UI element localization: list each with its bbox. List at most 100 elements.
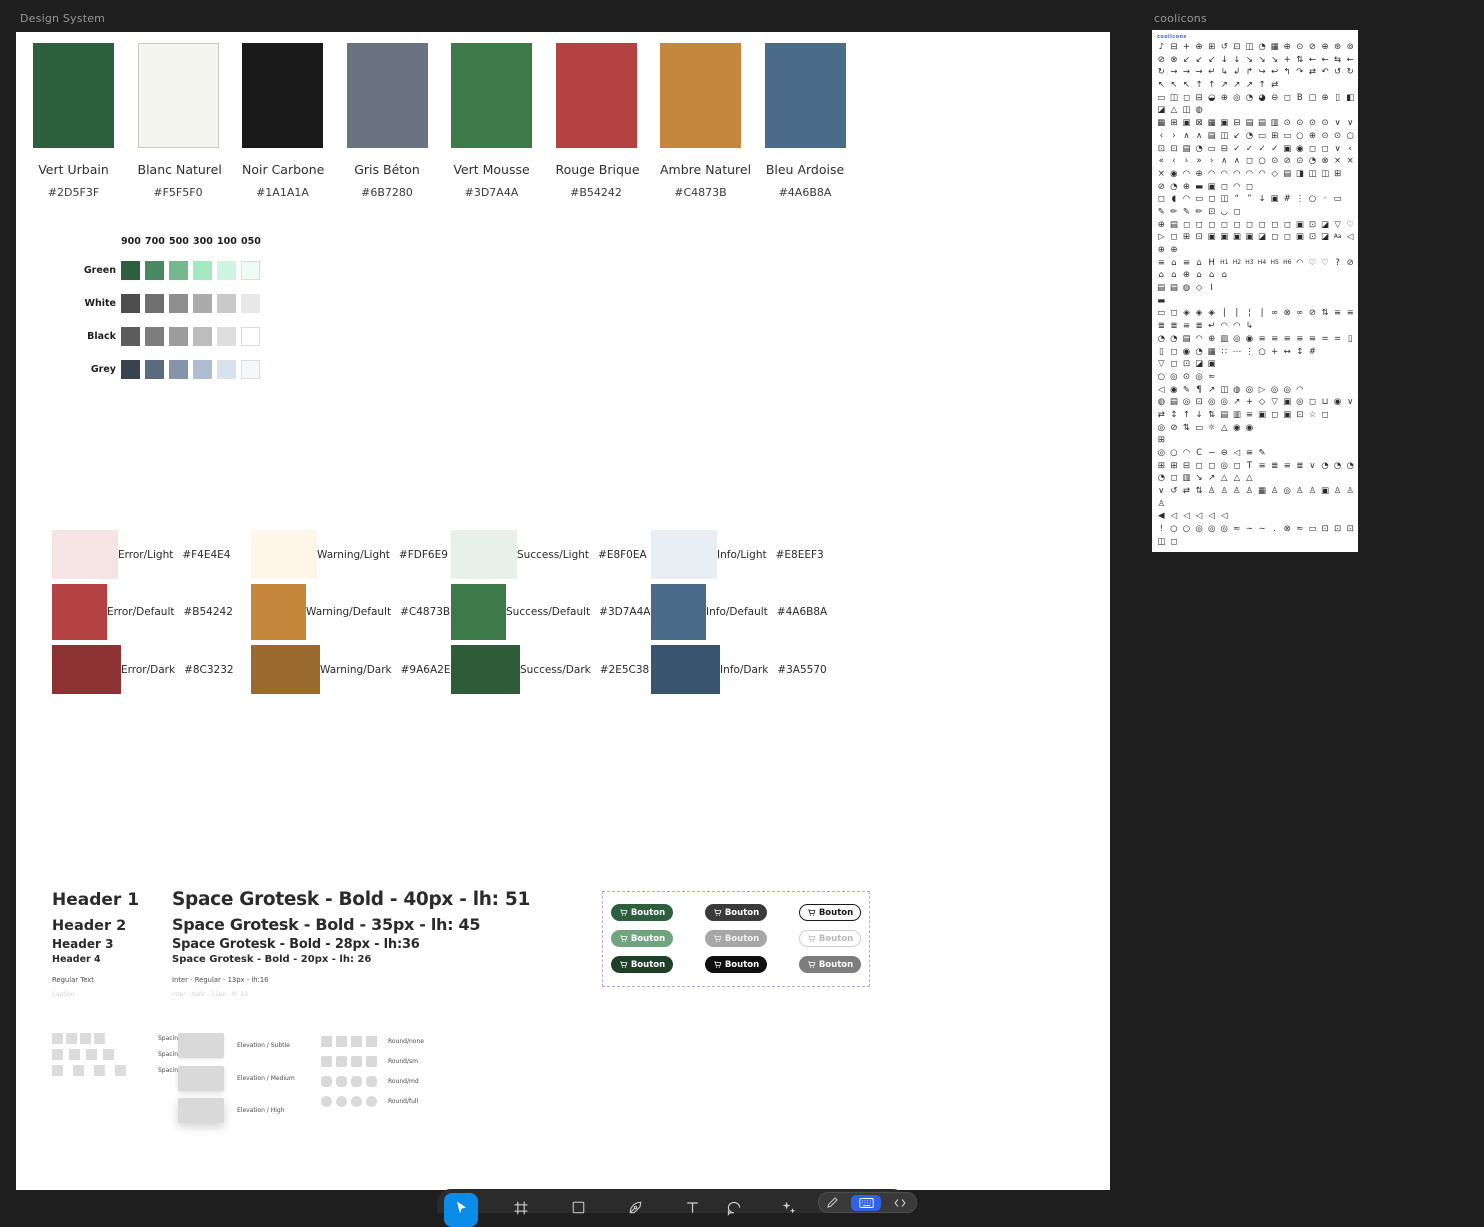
round-square[interactable] <box>336 1036 347 1047</box>
scale-swatch[interactable] <box>241 360 260 379</box>
bouton-button[interactable]: Bouton <box>611 930 673 947</box>
scale-swatch[interactable] <box>193 360 212 379</box>
palette-swatch[interactable] <box>138 43 219 148</box>
scale-swatch[interactable] <box>121 261 140 280</box>
scale-swatch[interactable] <box>193 261 212 280</box>
palette-swatch[interactable] <box>33 43 114 148</box>
spacing-square[interactable] <box>86 1049 97 1060</box>
status-swatch[interactable] <box>651 645 720 694</box>
bouton-button[interactable]: Bouton <box>705 956 767 973</box>
status-swatch[interactable] <box>52 584 107 640</box>
scale-swatch[interactable] <box>169 261 188 280</box>
palette-tile[interactable]: Noir Carbone#1A1A1A <box>242 43 323 199</box>
round-square[interactable] <box>351 1076 362 1087</box>
frame-tool[interactable] <box>504 1193 538 1227</box>
spacing-square[interactable] <box>69 1049 80 1060</box>
round-square[interactable] <box>351 1096 362 1107</box>
scale-swatch[interactable] <box>241 294 260 313</box>
bouton-button[interactable]: Bouton <box>799 930 861 947</box>
status-swatch[interactable] <box>451 584 506 640</box>
status-swatch[interactable] <box>251 645 320 694</box>
comment-tool[interactable] <box>717 1193 751 1227</box>
bouton-button[interactable]: Bouton <box>705 904 767 921</box>
frame-label-design-system[interactable]: Design System <box>20 12 105 25</box>
coolicons-panel[interactable]: coolicons ♪⊟+⊕⊞↺⊡◫◔▦⊕⊙⊘⊕⊛⊚⊘⊗↙↙↙↓↓↘↘↘+⇅←←… <box>1152 30 1358 552</box>
scale-swatch[interactable] <box>169 294 188 313</box>
palette-swatch[interactable] <box>347 43 428 148</box>
spacing-square[interactable] <box>115 1065 126 1076</box>
scale-swatch[interactable] <box>241 327 260 346</box>
spacing-square[interactable] <box>52 1049 63 1060</box>
round-square[interactable] <box>321 1056 332 1067</box>
scale-swatch[interactable] <box>145 360 164 379</box>
scale-swatch[interactable] <box>241 261 260 280</box>
palette-swatch[interactable] <box>242 43 323 148</box>
round-square[interactable] <box>321 1096 332 1107</box>
round-square[interactable] <box>321 1076 332 1087</box>
bouton-button[interactable]: Bouton <box>799 956 861 973</box>
palette-swatch[interactable] <box>451 43 532 148</box>
scale-swatch[interactable] <box>193 294 212 313</box>
round-square[interactable] <box>336 1056 347 1067</box>
status-swatch[interactable] <box>651 530 717 579</box>
elevation-block[interactable]: Elevation / Subtle <box>178 1033 224 1058</box>
scale-swatch[interactable] <box>169 327 188 346</box>
round-square[interactable] <box>366 1096 377 1107</box>
button-component-frame[interactable]: Bouton Bouton Bouton Bouton Bouton Bouton Bout… <box>602 891 870 987</box>
palette-swatch[interactable] <box>556 43 637 148</box>
pen-tool[interactable] <box>618 1193 652 1227</box>
elevation-block[interactable]: Elevation / High <box>178 1098 224 1123</box>
scale-swatch[interactable] <box>217 327 236 346</box>
scale-swatch[interactable] <box>145 294 164 313</box>
draw-toggle[interactable] <box>819 1196 845 1209</box>
scale-swatch[interactable] <box>121 327 140 346</box>
palette-tile[interactable]: Gris Béton#6B7280 <box>347 43 428 199</box>
round-square[interactable] <box>336 1076 347 1087</box>
scale-swatch[interactable] <box>169 360 188 379</box>
bouton-button[interactable]: Bouton <box>799 904 861 921</box>
spacing-square[interactable] <box>94 1065 105 1076</box>
scale-swatch[interactable] <box>217 294 236 313</box>
spacing-square[interactable] <box>80 1033 91 1044</box>
bouton-button[interactable]: Bouton <box>611 904 673 921</box>
text-tool[interactable] <box>675 1193 709 1227</box>
spacing-square[interactable] <box>52 1065 63 1076</box>
palette-swatch[interactable] <box>660 43 741 148</box>
shape-tool[interactable] <box>561 1193 595 1227</box>
bouton-button[interactable]: Bouton <box>705 930 767 947</box>
palette-tile[interactable]: Blanc Naturel#F5F5F0 <box>138 43 219 199</box>
status-swatch[interactable] <box>251 584 306 640</box>
status-swatch[interactable] <box>451 530 517 579</box>
keyboard-toggle[interactable] <box>851 1195 881 1211</box>
spacing-square[interactable] <box>52 1033 63 1044</box>
dev-mode-toggle[interactable] <box>887 1197 913 1209</box>
scale-swatch[interactable] <box>217 360 236 379</box>
spacing-square[interactable] <box>103 1049 114 1060</box>
status-swatch[interactable] <box>651 584 706 640</box>
palette-tile[interactable]: Bleu Ardoise#4A6B8A <box>765 43 846 199</box>
elevation-block[interactable]: Elevation / Medium <box>178 1066 224 1091</box>
round-square[interactable] <box>366 1036 377 1047</box>
palette-tile[interactable]: Vert Urbain#2D5F3F <box>33 43 114 199</box>
scale-swatch[interactable] <box>217 261 236 280</box>
actions-tool[interactable] <box>772 1193 806 1227</box>
status-swatch[interactable] <box>451 645 520 694</box>
round-square[interactable] <box>336 1096 347 1107</box>
spacing-square[interactable] <box>94 1033 105 1044</box>
bouton-button[interactable]: Bouton <box>611 956 673 973</box>
status-swatch[interactable] <box>52 530 118 579</box>
spacing-square[interactable] <box>73 1065 84 1076</box>
round-square[interactable] <box>366 1056 377 1067</box>
scale-swatch[interactable] <box>121 360 140 379</box>
status-swatch[interactable] <box>52 645 121 694</box>
round-square[interactable] <box>351 1056 362 1067</box>
round-square[interactable] <box>321 1036 332 1047</box>
scale-swatch[interactable] <box>121 294 140 313</box>
palette-tile[interactable]: Rouge Brique#B54242 <box>556 43 637 199</box>
palette-swatch[interactable] <box>765 43 846 148</box>
scale-swatch[interactable] <box>145 327 164 346</box>
palette-tile[interactable]: Vert Mousse#3D7A4A <box>451 43 532 199</box>
spacing-square[interactable] <box>66 1033 77 1044</box>
round-square[interactable] <box>351 1036 362 1047</box>
status-swatch[interactable] <box>251 530 317 579</box>
